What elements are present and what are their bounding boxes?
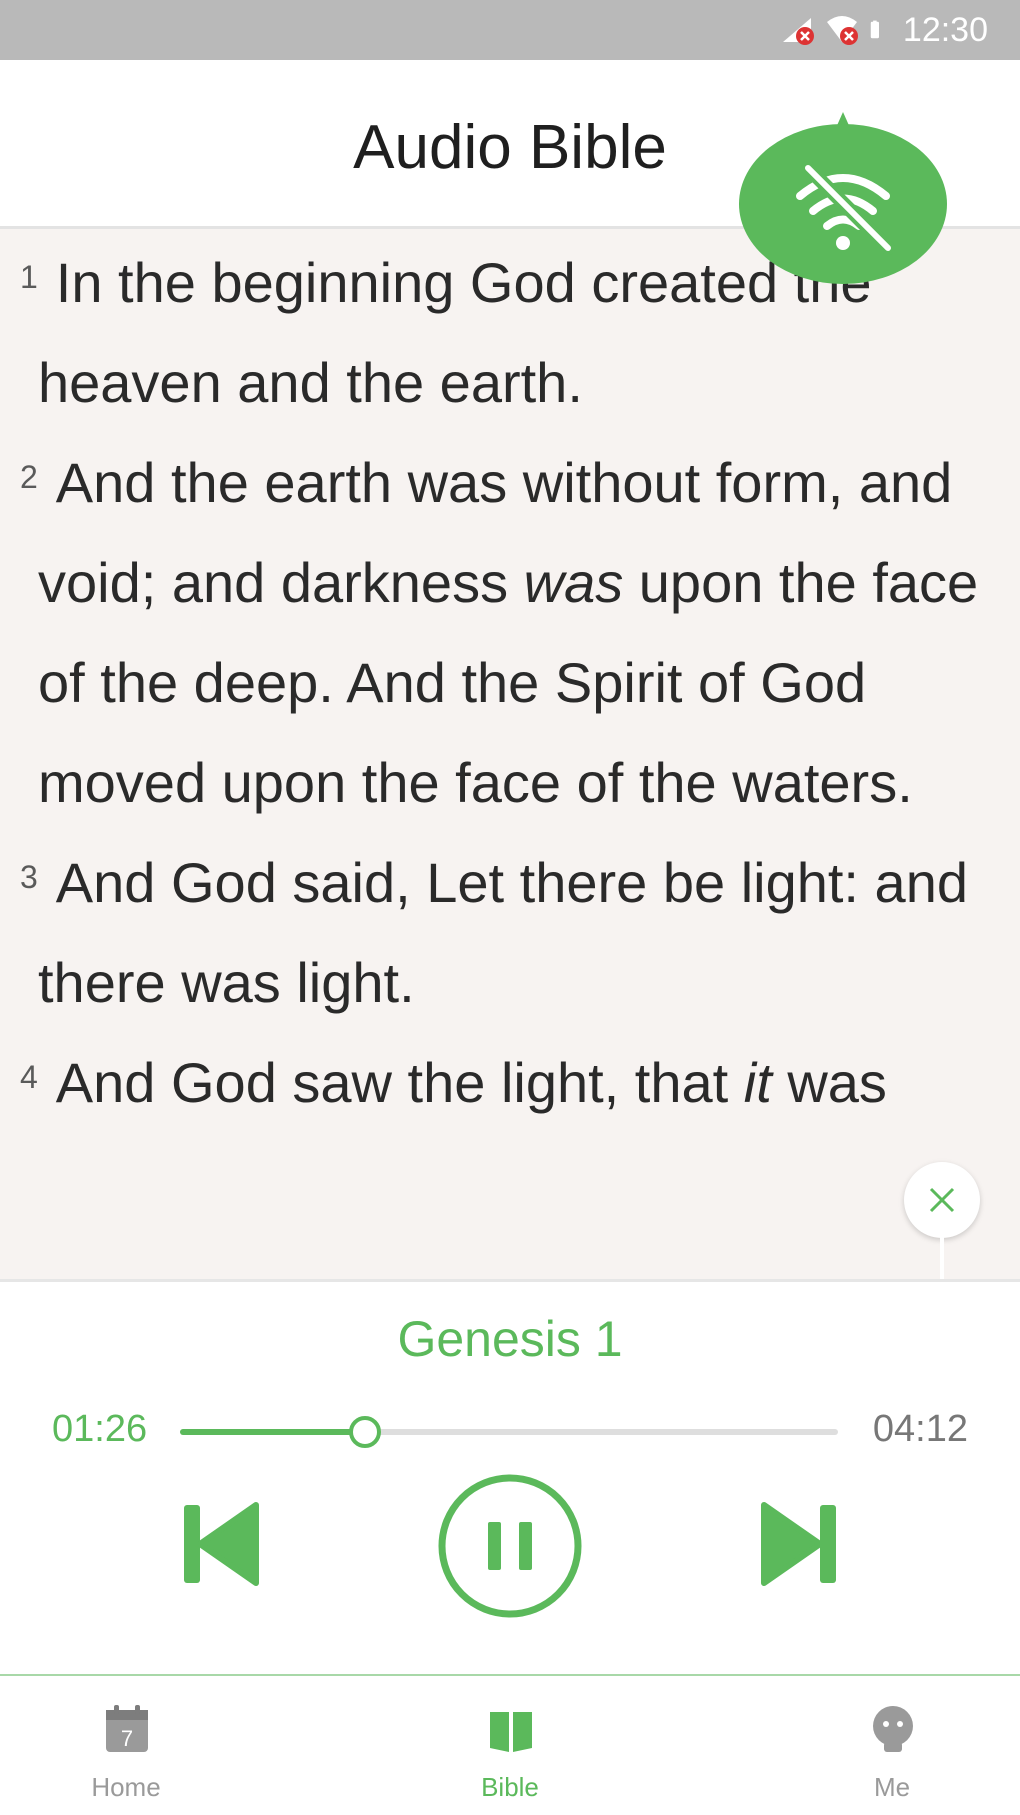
wifi-blocked-icon xyxy=(826,16,858,45)
nav-label-me: Me xyxy=(873,1772,911,1802)
pause-icon xyxy=(438,1474,582,1618)
status-bar: 12:30 xyxy=(0,0,1020,60)
verse-4: 4 And God saw the light, that it was xyxy=(20,1033,998,1133)
signal-blocked-icon xyxy=(782,18,814,45)
close-connector xyxy=(940,1236,944,1282)
verse-text: And God saw the light, that xyxy=(55,1051,744,1114)
verse-italic-word: was xyxy=(523,551,624,614)
verse-number: 1 xyxy=(20,259,38,295)
verse-italic-word: it xyxy=(743,1051,772,1114)
progress-knob[interactable] xyxy=(349,1416,382,1448)
status-icons: 12:30 xyxy=(781,8,988,52)
audio-player: Genesis 1 01:26 04:12 xyxy=(0,1279,1020,1677)
close-button[interactable] xyxy=(904,1162,980,1238)
previous-icon xyxy=(184,1502,259,1586)
book-icon xyxy=(490,1712,532,1752)
total-time: 04:12 xyxy=(872,1408,968,1450)
verse-number: 3 xyxy=(20,859,38,895)
verse-number: 2 xyxy=(20,459,38,495)
no-wifi-icon[interactable] xyxy=(738,108,948,288)
battery-icon xyxy=(870,20,879,39)
bottom-nav: 7 Home Bible Me xyxy=(0,1674,1020,1815)
calendar-icon: 7 xyxy=(106,1705,148,1752)
chapter-title[interactable]: Genesis 1 xyxy=(0,1310,1020,1368)
next-button[interactable] xyxy=(760,1501,840,1587)
current-time: 01:26 xyxy=(52,1408,148,1450)
previous-button[interactable] xyxy=(180,1501,260,1587)
calendar-day: 7 xyxy=(121,1726,133,1751)
verse-number: 4 xyxy=(20,1059,38,1095)
nav-item-me[interactable]: Me xyxy=(792,1676,992,1815)
verse-text: And God said, Let there be light: and th… xyxy=(38,851,968,1014)
status-time: 12:30 xyxy=(902,10,988,49)
verse-2: 2 And the earth was without form, and voi… xyxy=(20,433,998,833)
progress-fill xyxy=(180,1429,365,1435)
pause-button[interactable] xyxy=(436,1472,584,1620)
nav-label-home: Home xyxy=(91,1772,161,1802)
progress-slider[interactable] xyxy=(180,1416,838,1448)
verse-text: was xyxy=(771,1051,887,1114)
scripture-text[interactable]: 1 In the beginning God created the heaven… xyxy=(0,229,1020,1279)
next-icon xyxy=(761,1502,836,1586)
nav-item-bible[interactable]: Bible xyxy=(410,1676,610,1815)
person-icon xyxy=(873,1706,913,1752)
nav-item-home[interactable]: 7 Home xyxy=(26,1676,226,1815)
close-icon xyxy=(929,1187,955,1213)
verse-3: 3 And God said, Let there be light: and t… xyxy=(20,833,998,1033)
nav-label-bible: Bible xyxy=(481,1772,539,1802)
